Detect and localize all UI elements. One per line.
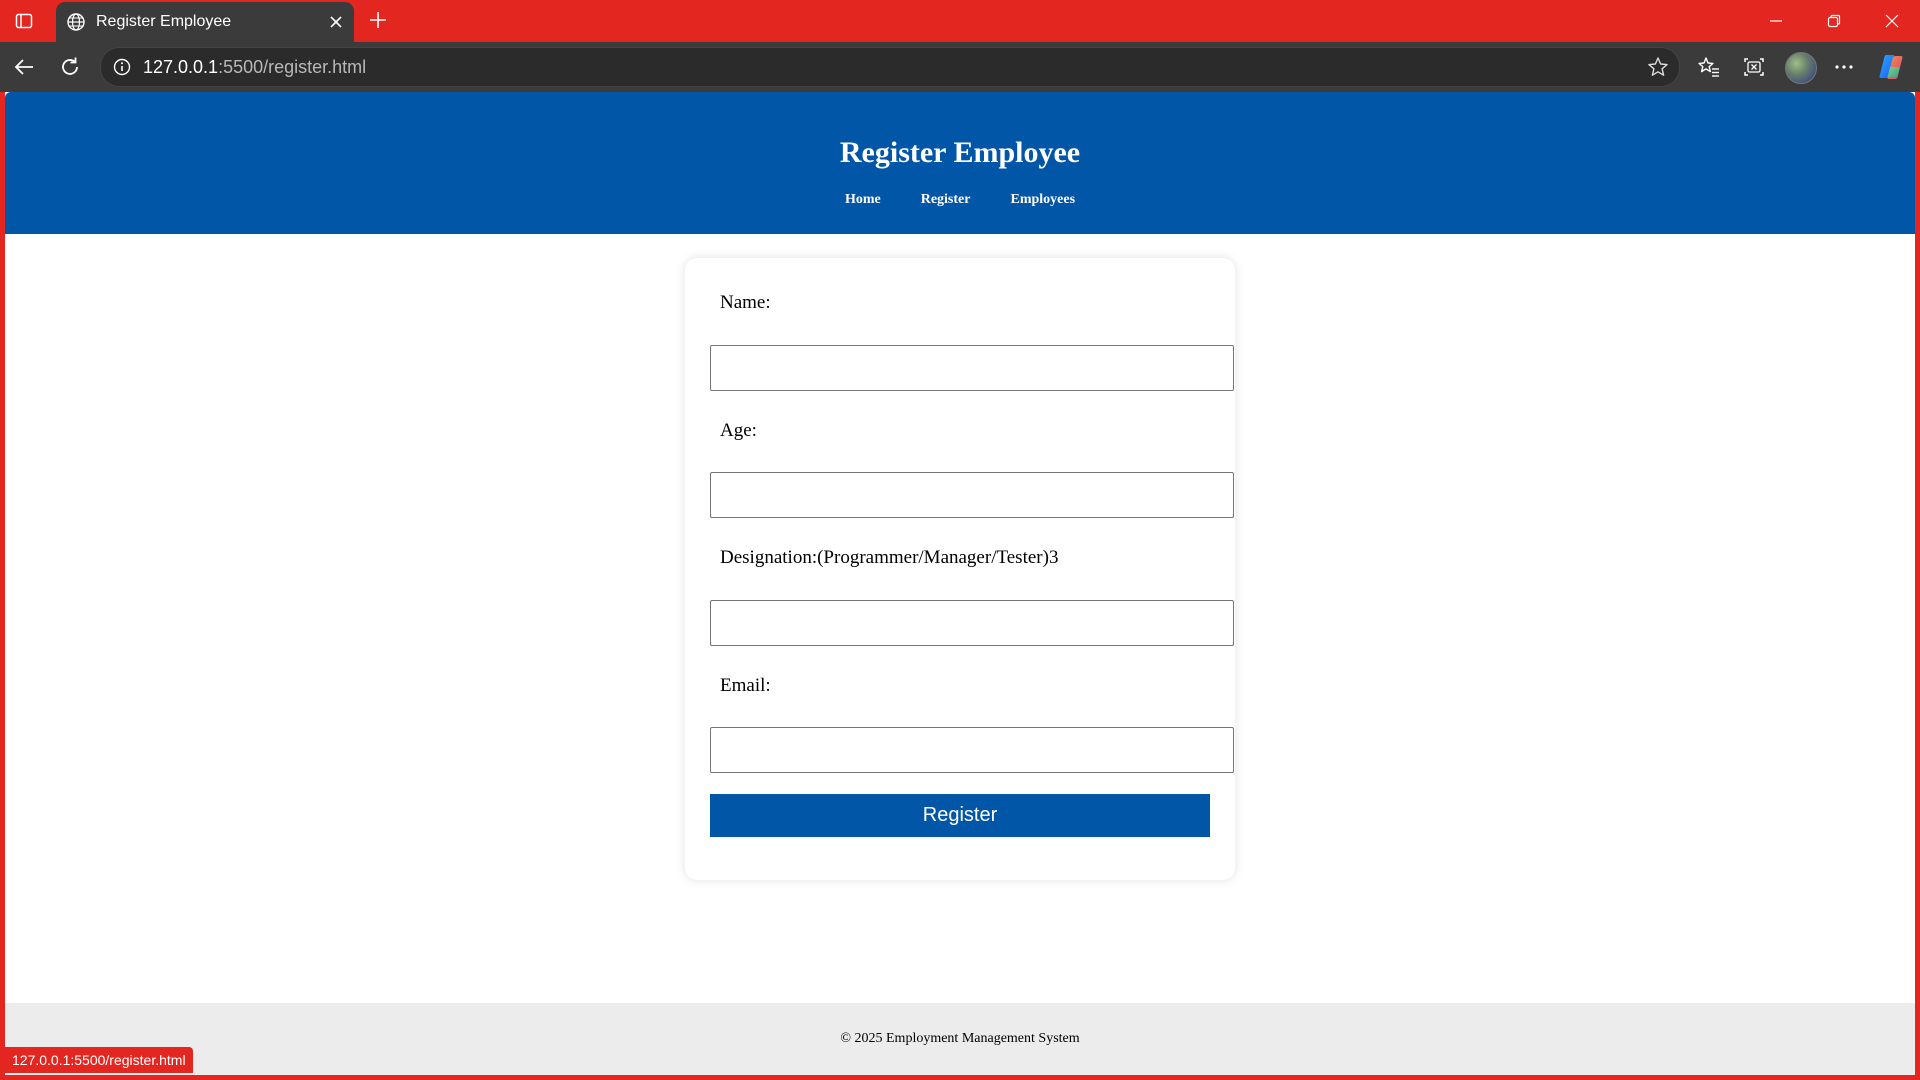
nav-register-link[interactable]: Register	[921, 192, 971, 208]
register-button[interactable]: Register	[710, 794, 1210, 837]
plus-icon[interactable]	[364, 6, 392, 34]
copilot-icon[interactable]	[1876, 52, 1906, 82]
email-input[interactable]	[710, 727, 1234, 773]
main-nav: Home Register Employees	[5, 192, 1915, 208]
page-title: Register Employee	[839, 136, 1081, 169]
nav-employees-link[interactable]: Employees	[1010, 192, 1075, 208]
age-input[interactable]	[710, 472, 1234, 518]
url-path: :5500/register.html	[218, 57, 367, 77]
name-label: Name:	[720, 292, 771, 313]
designation-label: Designation:(Programmer/Manager/Tester)3	[720, 547, 1059, 568]
url-host: 127.0.0.1	[143, 57, 219, 77]
browser-toolbar: 127.0.0.1:5500/register.html	[0, 42, 1920, 92]
restore-icon[interactable]	[1806, 0, 1862, 42]
avatar[interactable]	[1785, 52, 1817, 84]
site-footer: © 2025 Employment Management System	[5, 1003, 1915, 1075]
url-text: 127.0.0.1:5500/register.html	[143, 48, 366, 86]
window-close-icon[interactable]	[1864, 0, 1920, 42]
close-icon[interactable]	[324, 10, 348, 34]
info-icon[interactable]	[109, 54, 135, 80]
tab-actions-icon[interactable]	[6, 7, 42, 35]
nav-home-link[interactable]: Home	[845, 192, 881, 208]
more-icon[interactable]	[1826, 49, 1862, 85]
status-bar-url: 127.0.0.1:5500/register.html	[5, 1047, 193, 1073]
globe-icon	[64, 10, 88, 34]
screenshot-icon[interactable]	[1736, 49, 1772, 85]
favorites-icon[interactable]	[1691, 49, 1727, 85]
tab-bar: Register Employee	[0, 0, 1920, 42]
email-label: Email:	[720, 675, 771, 696]
address-bar[interactable]: 127.0.0.1:5500/register.html	[100, 47, 1680, 87]
star-icon[interactable]	[1645, 54, 1671, 80]
designation-input[interactable]	[710, 600, 1234, 646]
back-arrow-icon[interactable]	[6, 49, 42, 85]
site-header: Register Employee Home Register Employee…	[5, 92, 1915, 234]
register-form-card: Name: Age: Designation:(Programmer/Manag…	[685, 258, 1235, 880]
minimize-icon[interactable]	[1748, 0, 1804, 42]
browser-tab[interactable]: Register Employee	[56, 2, 354, 42]
name-input[interactable]	[710, 345, 1234, 391]
footer-copyright: © 2025 Employment Management System	[840, 1031, 1080, 1046]
tab-title: Register Employee	[96, 13, 232, 30]
age-label: Age:	[720, 420, 757, 441]
page-viewport: Register Employee Home Register Employee…	[5, 92, 1915, 1075]
reload-icon[interactable]	[52, 49, 88, 85]
